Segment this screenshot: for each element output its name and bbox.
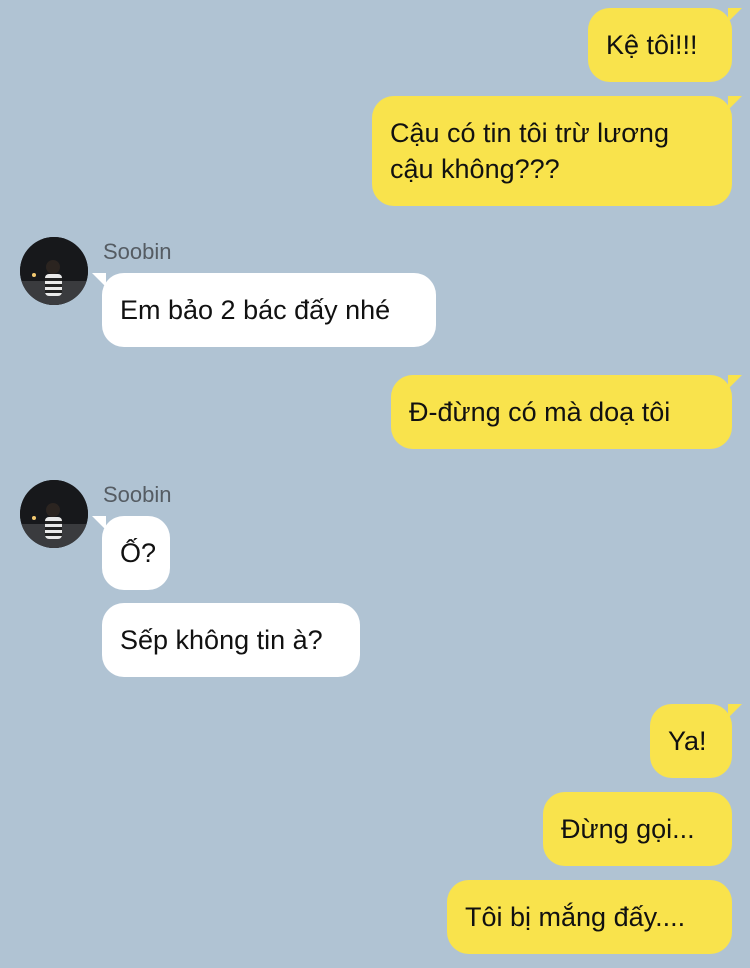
sender-name: Soobin — [103, 482, 172, 507]
outgoing-message-bubble[interactable]: Ya! — [650, 704, 742, 778]
chat-thread[interactable]: Kệ tôi!!! Cậu có tin tôi trừ lương cậu k… — [0, 0, 750, 968]
message-text: Em bảo 2 bác đấy nhé — [120, 295, 391, 325]
avatar[interactable] — [20, 480, 88, 548]
incoming-message-bubble[interactable]: Em bảo 2 bác đấy nhé — [92, 273, 436, 347]
message-text-line: cậu không??? — [390, 154, 560, 184]
message-text-line: Cậu có tin tôi trừ lương — [390, 118, 669, 148]
outgoing-message-bubble[interactable]: Tôi bị mắng đấy.... — [447, 880, 732, 954]
avatar[interactable] — [20, 237, 88, 305]
sender-name: Soobin — [103, 239, 172, 264]
message-text: Đ-đừng có mà doạ tôi — [409, 397, 671, 427]
incoming-message-bubble[interactable]: Ố? — [92, 516, 170, 590]
message-text: Ố? — [120, 538, 157, 568]
outgoing-message-bubble[interactable]: Kệ tôi!!! — [588, 8, 742, 82]
message-text: Đừng gọi... — [561, 814, 695, 844]
message-text: Sếp không tin à? — [120, 625, 323, 655]
message-text: Ya! — [668, 726, 707, 756]
outgoing-message-bubble[interactable]: Cậu có tin tôi trừ lương cậu không??? — [372, 96, 742, 206]
profile-photo-icon — [20, 237, 88, 305]
profile-photo-icon — [20, 480, 88, 548]
message-text: Tôi bị mắng đấy.... — [465, 902, 686, 932]
outgoing-message-bubble[interactable]: Đừng gọi... — [543, 792, 732, 866]
message-text: Kệ tôi!!! — [606, 30, 698, 60]
incoming-message-bubble[interactable]: Sếp không tin à? — [102, 603, 360, 677]
outgoing-message-bubble[interactable]: Đ-đừng có mà doạ tôi — [391, 375, 742, 449]
